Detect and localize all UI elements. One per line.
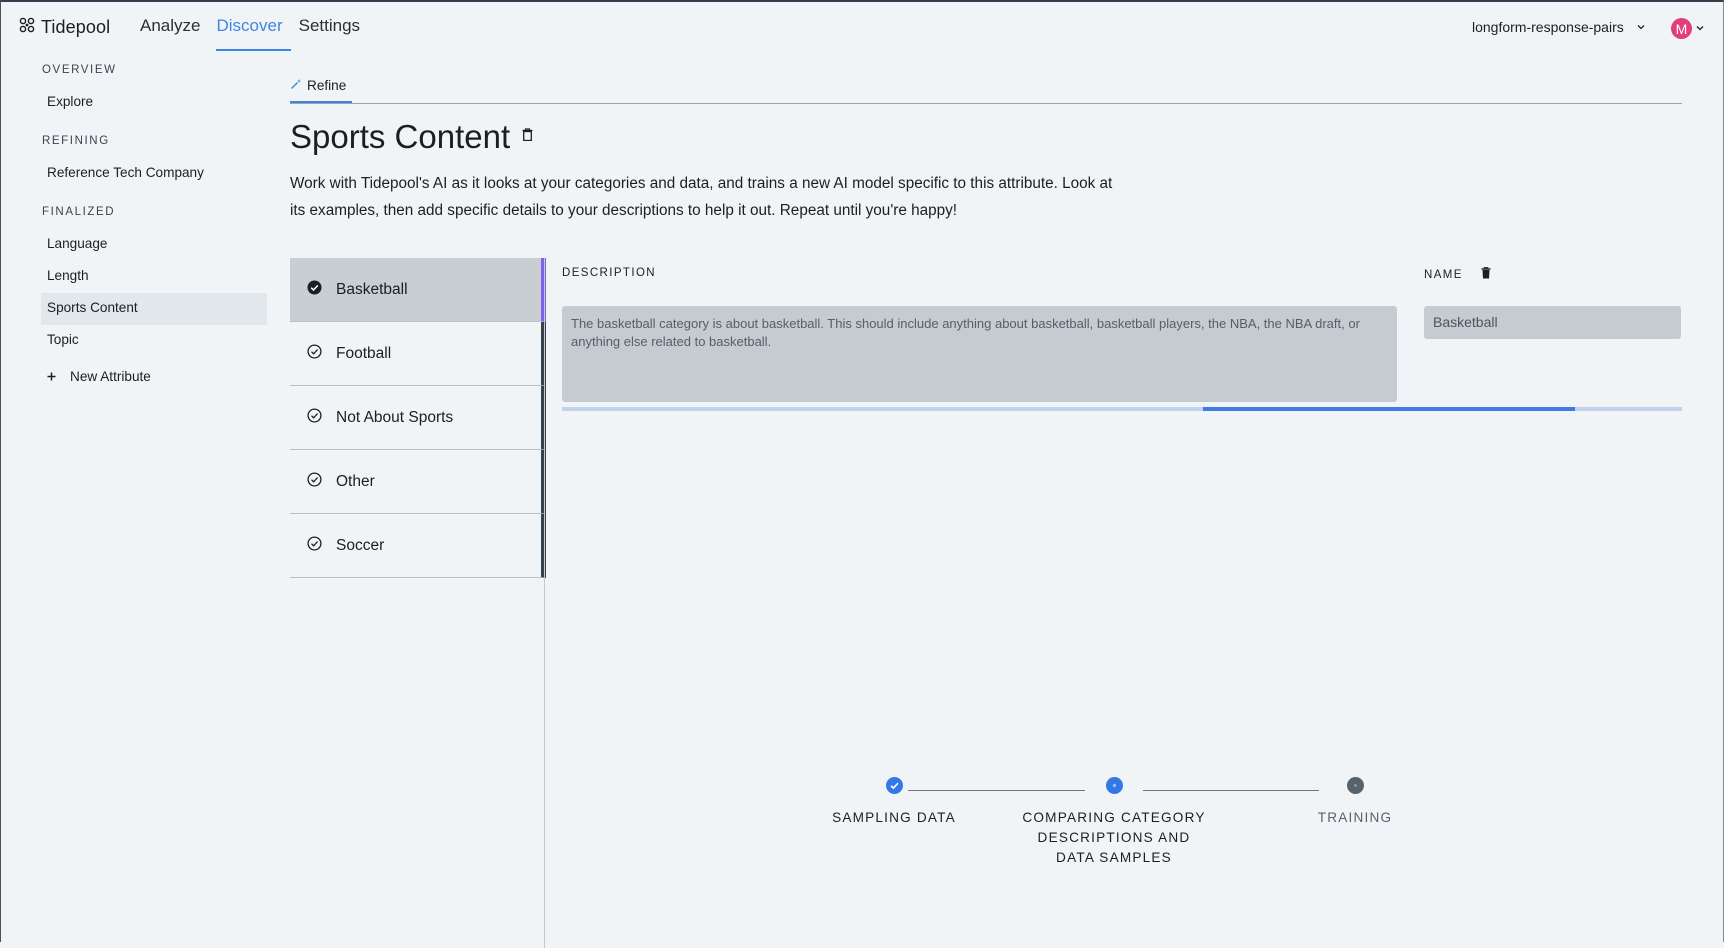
category-label: Not About Sports	[336, 408, 454, 426]
category-item-basketball[interactable]: Basketball	[290, 258, 546, 322]
sidebar-item-language[interactable]: Language	[41, 229, 267, 261]
plus-icon	[47, 369, 56, 384]
sidebar-item-explore[interactable]: Explore	[41, 87, 267, 119]
category-item-soccer[interactable]: Soccer	[290, 514, 546, 578]
sidebar: OVERVIEW Explore REFINING Reference Tech…	[41, 64, 267, 392]
category-item-football[interactable]: Football	[290, 322, 546, 386]
step-current-indicator	[1105, 777, 1123, 794]
chevron-down-icon	[1636, 19, 1646, 35]
check-circle-icon	[307, 535, 322, 556]
step-label: TRAINING	[1317, 810, 1393, 825]
description-label: DESCRIPTION	[562, 267, 656, 279]
check-circle-icon	[307, 471, 322, 492]
check-circle-filled-icon	[307, 280, 322, 300]
category-item-not-about-sports[interactable]: Not About Sports	[290, 386, 546, 450]
main-content: Refine Sports Content Work with Tidepool…	[290, 74, 1682, 948]
wand-icon	[290, 78, 302, 93]
check-icon	[885, 777, 903, 794]
tidepool-logo-icon	[19, 17, 35, 38]
brand-name: Tidepool	[41, 17, 111, 37]
sidebar-heading-refining: REFINING	[42, 135, 110, 147]
page-title: Sports Content	[290, 118, 511, 155]
divider	[544, 258, 545, 948]
name-label-row: NAME	[1424, 267, 1491, 282]
step-sampling-data: SAMPLING DATA	[823, 777, 965, 828]
sidebar-item-length[interactable]: Length	[41, 261, 267, 293]
user-menu[interactable]: M	[1671, 18, 1705, 39]
training-stepper: SAMPLING DATA COMPARING CATEGORY DESCRIP…	[823, 777, 1403, 877]
category-label: Other	[336, 472, 375, 490]
sidebar-item-topic[interactable]: Topic	[41, 325, 267, 357]
trash-icon[interactable]	[522, 128, 533, 146]
category-label: Football	[336, 344, 392, 362]
step-pending-indicator	[1346, 777, 1364, 794]
trash-icon[interactable]	[1481, 267, 1491, 282]
sidebar-heading-overview: OVERVIEW	[42, 64, 117, 76]
sidebar-heading-finalized: FINALIZED	[42, 206, 116, 218]
main-nav: Analyze Discover Settings	[140, 16, 376, 51]
nav-analyze[interactable]: Analyze	[140, 16, 208, 51]
category-item-other[interactable]: Other	[290, 450, 546, 514]
tab-refine-label: Refine	[307, 78, 347, 93]
step-label: SAMPLING DATA	[832, 810, 956, 825]
step-training: TRAINING	[1308, 777, 1402, 828]
dataset-name: longform-response-pairs	[1472, 19, 1624, 35]
tab-refine[interactable]: Refine	[290, 78, 352, 103]
new-attribute-button[interactable]: New Attribute	[41, 361, 267, 392]
intro-text: Work with Tidepool's AI as it looks at y…	[290, 175, 1113, 219]
nav-discover[interactable]: Discover	[216, 16, 291, 51]
sidebar-item-sports-content[interactable]: Sports Content	[41, 293, 267, 325]
check-circle-icon	[307, 407, 322, 428]
brand[interactable]: Tidepool	[19, 17, 110, 38]
nav-settings[interactable]: Settings	[299, 16, 368, 51]
sidebar-item-reference-tech-company[interactable]: Reference Tech Company	[41, 158, 267, 190]
chevron-down-icon	[1695, 20, 1705, 38]
new-attribute-label: New Attribute	[70, 369, 151, 384]
top-bar: Tidepool Analyze Discover Settings longf…	[1, 2, 1723, 54]
avatar: M	[1671, 18, 1692, 39]
check-circle-icon	[307, 343, 322, 364]
dataset-selector[interactable]: longform-response-pairs	[1472, 19, 1646, 35]
description-field[interactable]: The basketball category is about basketb…	[562, 306, 1397, 402]
category-list: Basketball Football Not About Sports Oth…	[290, 258, 546, 578]
app-window: Tidepool Analyze Discover Settings longf…	[0, 0, 1724, 948]
step-comparing: COMPARING CATEGORY DESCRIPTIONS AND DATA…	[1018, 777, 1210, 868]
tab-bar: Refine	[290, 74, 1682, 104]
progress-indicator	[1203, 407, 1575, 411]
title-row: Sports Content	[290, 118, 1682, 156]
step-label: COMPARING CATEGORY DESCRIPTIONS AND DATA…	[1022, 810, 1206, 865]
category-label: Basketball	[336, 280, 408, 298]
name-label: NAME	[1424, 268, 1463, 281]
progress-bar	[562, 407, 1682, 411]
name-field[interactable]: Basketball	[1424, 306, 1681, 339]
category-label: Soccer	[336, 536, 385, 554]
